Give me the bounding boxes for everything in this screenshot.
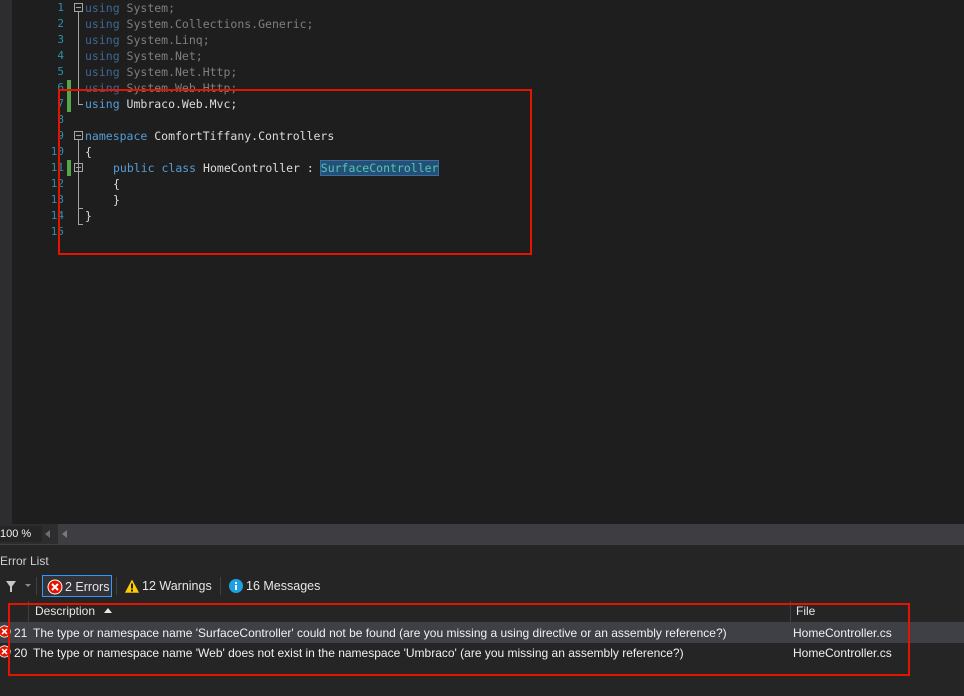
keyword: using [85, 49, 120, 63]
toolbar-divider [220, 577, 221, 595]
namespace-text: System.Linq; [119, 33, 210, 47]
code-editor[interactable]: 1 2 3 4 5 6 7 8 9 10 11 12 13 14 15 usin… [0, 0, 964, 524]
line-number: 14 [50, 209, 64, 222]
line-number: 3 [57, 33, 64, 46]
namespace-text: System.Net.Http; [119, 65, 238, 79]
chevron-down-icon[interactable] [25, 584, 31, 587]
editor-status-bar: 100 % [0, 524, 964, 544]
info-icon [229, 579, 243, 593]
filter-icon[interactable] [6, 581, 16, 592]
errors-count-label: 2 Errors [65, 580, 110, 594]
line-number: 6 [57, 81, 64, 94]
line-number: 5 [57, 65, 64, 78]
error-icon [47, 579, 63, 595]
code-line[interactable]: using System.Net; [85, 48, 203, 64]
line-number: 2 [57, 17, 64, 30]
keyword: using [85, 1, 120, 15]
error-list-panel: Error List 2 Errors 12 Warnings 16 Messa… [0, 544, 964, 696]
keyword: using [85, 33, 120, 47]
messages-count-label: 16 Messages [246, 579, 321, 593]
namespace-text: System.Collections.Generic; [119, 17, 314, 31]
code-line[interactable]: using System.Linq; [85, 32, 210, 48]
code-line[interactable]: using System.Collections.Generic; [85, 16, 314, 32]
warning-icon [124, 578, 140, 594]
messages-filter-button[interactable]: 16 Messages [224, 575, 324, 597]
zoom-level[interactable]: 100 % [0, 526, 42, 542]
namespace-text: System; [119, 1, 176, 15]
zoom-dropdown-icon[interactable] [45, 530, 50, 538]
line-number: 9 [57, 129, 64, 142]
collapse-icon[interactable] [74, 3, 83, 12]
editor-margin [0, 0, 12, 524]
horizontal-scrollbar[interactable] [58, 524, 964, 544]
line-number: 4 [57, 49, 64, 62]
annotation-box-code [58, 89, 532, 255]
toolbar-divider [116, 577, 117, 595]
line-number: 12 [50, 177, 64, 190]
line-number: 11 [50, 161, 64, 174]
line-number: 13 [50, 193, 64, 206]
toolbar-divider [36, 577, 37, 595]
code-line[interactable]: using System; [85, 0, 175, 16]
errors-filter-button[interactable]: 2 Errors [42, 575, 112, 597]
keyword: using [85, 65, 120, 79]
line-number: 1 [57, 1, 64, 14]
code-line[interactable]: using System.Net.Http; [85, 64, 237, 80]
keyword: using [85, 17, 120, 31]
line-number: 15 [50, 225, 64, 238]
error-list-toolbar: 2 Errors 12 Warnings 16 Messages [0, 573, 964, 599]
line-number: 8 [57, 113, 64, 126]
namespace-text: System.Net; [119, 49, 203, 63]
line-number: 7 [57, 97, 64, 110]
annotation-box-errors [8, 603, 910, 676]
line-number: 10 [50, 145, 64, 158]
panel-title: Error List [0, 554, 49, 568]
warnings-count-label: 12 Warnings [142, 579, 212, 593]
scroll-left-icon[interactable] [62, 530, 67, 538]
warnings-filter-button[interactable]: 12 Warnings [120, 575, 218, 597]
